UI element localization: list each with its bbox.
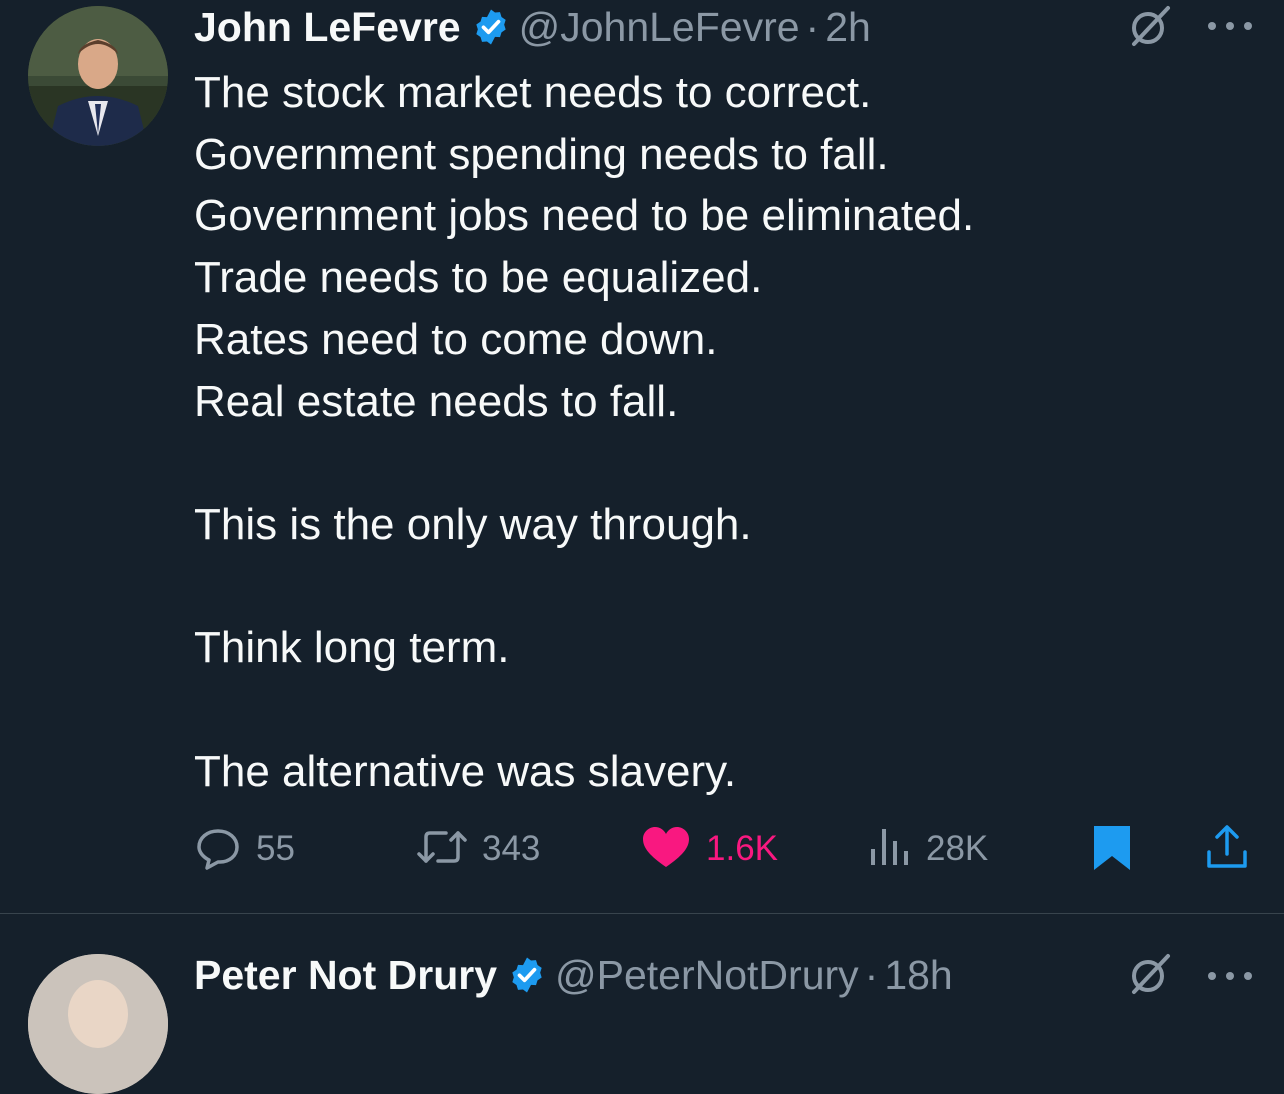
reply-icon <box>194 823 242 876</box>
tweet-line: Real estate needs to fall. <box>194 376 679 426</box>
more-options-icon[interactable] <box>1204 966 1256 986</box>
repost-button[interactable]: 343 <box>416 822 540 876</box>
tweet-line: The alternative was slavery. <box>194 746 737 796</box>
timestamp[interactable]: 18h <box>884 952 952 999</box>
views-icon <box>868 823 912 876</box>
verified-badge-icon <box>471 7 511 47</box>
tweet[interactable]: Peter Not Drury @PeterNotDrury · 18h <box>0 914 1284 1094</box>
tweet-line: Think long term. <box>194 623 510 673</box>
heart-icon <box>640 823 692 876</box>
tweet-line: Rates need to come down. <box>194 314 718 364</box>
bookmark-icon <box>1092 822 1132 877</box>
views-count: 28K <box>926 829 989 868</box>
avatar-photo <box>28 6 168 146</box>
bookmark-button[interactable] <box>1092 822 1132 876</box>
author-handle[interactable]: @PeterNotDrury <box>555 952 859 999</box>
reply-count: 55 <box>256 829 295 868</box>
author-handle[interactable]: @JohnLeFevre <box>519 4 800 51</box>
tweet-header: John LeFevre @JohnLeFevre · 2h <box>194 2 871 52</box>
tweet-header: Peter Not Drury @PeterNotDrury · 18h <box>194 950 953 1000</box>
author-name[interactable]: Peter Not Drury <box>194 952 497 999</box>
grok-icon[interactable] <box>1126 2 1174 50</box>
verified-badge-icon <box>507 955 547 995</box>
repost-icon <box>416 823 468 876</box>
tweet-line: This is the only way through. <box>194 499 752 549</box>
views-button[interactable]: 28K <box>868 822 988 876</box>
share-icon <box>1204 822 1250 877</box>
grok-icon[interactable] <box>1126 950 1174 998</box>
tweet-line: Government spending needs to fall. <box>194 129 889 179</box>
separator-dot: · <box>864 951 879 998</box>
tweet-line: Trade needs to be equalized. <box>194 253 763 303</box>
tweet-text: The stock market needs to correct. Gover… <box>194 62 1234 802</box>
tweet-line: Government jobs need to be eliminated. <box>194 191 975 241</box>
avatar[interactable] <box>28 954 168 1094</box>
action-bar: 55 343 1.6K 28K <box>194 822 1254 876</box>
more-options-icon[interactable] <box>1204 16 1256 36</box>
separator-dot: · <box>805 3 820 50</box>
avatar[interactable] <box>28 6 168 146</box>
timestamp[interactable]: 2h <box>825 4 871 51</box>
repost-count: 343 <box>482 829 541 868</box>
avatar-photo <box>28 954 168 1094</box>
tweet-line: The stock market needs to correct. <box>194 68 872 117</box>
like-button[interactable]: 1.6K <box>640 822 778 876</box>
reply-button[interactable]: 55 <box>194 822 295 876</box>
like-count: 1.6K <box>706 829 778 868</box>
tweet[interactable]: John LeFevre @JohnLeFevre · 2h The stock… <box>0 0 1284 914</box>
share-button[interactable] <box>1204 822 1250 876</box>
author-name[interactable]: John LeFevre <box>194 4 461 51</box>
